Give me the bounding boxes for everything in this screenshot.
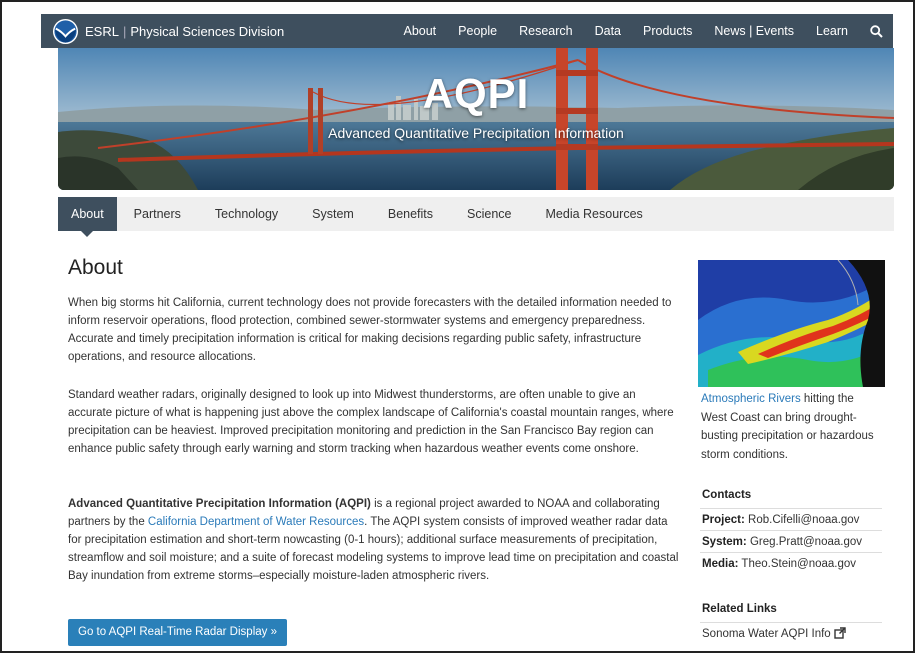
contacts-list: Project: Rob.Cifelli@noaa.gov System: Gr… [700, 508, 882, 574]
contact-role: Media: [702, 558, 739, 570]
radar-display-button[interactable]: Go to AQPI Real-Time Radar Display » [68, 619, 287, 646]
contact-role: System: [702, 536, 747, 548]
aqpi-name: Advanced Quantitative Precipitation Info… [68, 498, 371, 510]
aqpi-paragraph: Advanced Quantitative Precipitation Info… [68, 495, 680, 585]
related-links-list: Sonoma Water AQPI Info [700, 622, 882, 644]
brand-division: Physical Sciences Division [130, 23, 285, 39]
tab-science[interactable]: Science [450, 197, 528, 231]
hero-banner: AQPI Advanced Quantitative Precipitation… [58, 48, 894, 190]
nav-link-data[interactable]: Data [584, 24, 632, 38]
nav-link-people[interactable]: People [447, 24, 508, 38]
tab-technology[interactable]: Technology [198, 197, 295, 231]
brand-separator: | [122, 23, 127, 39]
nav-link-learn[interactable]: Learn [805, 24, 859, 38]
brand-org: ESRL [85, 23, 119, 39]
tab-partners[interactable]: Partners [117, 197, 198, 231]
nav-links: About People Research Data Products News… [392, 14, 893, 48]
contact-row[interactable]: System: Greg.Pratt@noaa.gov [700, 530, 882, 552]
external-link-icon [834, 627, 846, 639]
search-icon[interactable] [859, 14, 893, 48]
section-tabs: About Partners Technology System Benefit… [58, 197, 894, 237]
tab-about[interactable]: About [58, 197, 117, 237]
contact-email: Greg.Pratt@noaa.gov [749, 536, 862, 548]
contact-row[interactable]: Project: Rob.Cifelli@noaa.gov [700, 508, 882, 530]
intro-paragraph: When big storms hit California, current … [68, 297, 672, 363]
image-caption: Atmospheric Rivers hitting the West Coas… [701, 390, 881, 464]
nav-link-about[interactable]: About [392, 24, 447, 38]
cdwr-link[interactable]: California Department of Water Resources [148, 516, 364, 528]
tab-media-resources[interactable]: Media Resources [529, 197, 660, 231]
related-links-heading: Related Links [702, 603, 777, 615]
contact-email: Theo.Stein@noaa.gov [741, 558, 857, 570]
radar-paragraph: Standard weather radars, originally desi… [68, 389, 674, 455]
contact-row[interactable]: Media: Theo.Stein@noaa.gov [700, 552, 882, 574]
top-navbar: ESRL | Physical Sciences Division About … [41, 14, 893, 48]
tab-system[interactable]: System [295, 197, 371, 231]
contact-role: Project: [702, 514, 745, 526]
noaa-logo-icon[interactable] [52, 18, 79, 45]
hero-subtitle: Advanced Quantitative Precipitation Info… [328, 125, 624, 141]
contact-email: Rob.Cifelli@noaa.gov [748, 514, 860, 526]
atmospheric-river-image[interactable] [698, 260, 885, 387]
page-title: About [68, 256, 123, 279]
tab-benefits[interactable]: Benefits [371, 197, 450, 231]
nav-link-products[interactable]: Products [632, 24, 703, 38]
site-brand[interactable]: ESRL | Physical Sciences Division [85, 24, 284, 39]
related-link-sonoma-water[interactable]: Sonoma Water AQPI Info [700, 622, 882, 644]
contacts-heading: Contacts [702, 489, 752, 501]
related-link-label: Sonoma Water AQPI Info [702, 628, 831, 640]
hero-title: AQPI [422, 70, 530, 117]
nav-link-research[interactable]: Research [508, 24, 584, 38]
nav-link-news-events[interactable]: News | Events [703, 24, 805, 38]
atmospheric-rivers-link[interactable]: Atmospheric Rivers [701, 393, 801, 405]
